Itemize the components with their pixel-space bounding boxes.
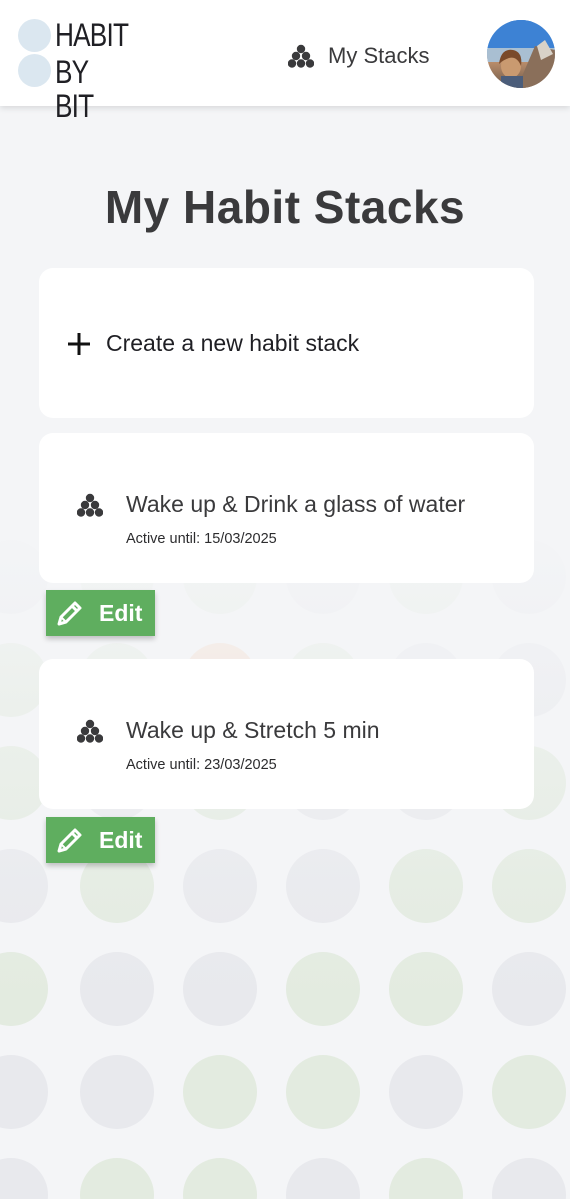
logo-text-line1: HABIT (55, 17, 129, 53)
pencil-icon (57, 828, 82, 853)
edit-button[interactable]: Edit (46, 590, 155, 636)
nav-my-stacks[interactable]: My Stacks (288, 38, 429, 74)
habit-stack-card[interactable]: Wake up & Drink a glass of water Active … (39, 433, 534, 583)
edit-button-label: Edit (99, 826, 143, 853)
avatar-photo (487, 20, 555, 88)
page-title: My Habit Stacks (104, 181, 466, 233)
stack-icon (77, 493, 103, 517)
stack-active-until: Active until: 23/03/2025 (126, 757, 277, 773)
stack-icon (288, 44, 314, 68)
plus-icon (68, 333, 90, 355)
app-header: HABIT BY BIT My Stacks (0, 0, 570, 123)
habit-stack-card[interactable]: Wake up & Stretch 5 min Active until: 23… (39, 659, 534, 809)
logo-text-line2: BY BIT (55, 54, 94, 124)
pencil-icon (57, 601, 82, 626)
logo-circle-top (18, 19, 51, 52)
stack-title: Wake up & Stretch 5 min (126, 717, 380, 743)
nav-my-stacks-label: My Stacks (328, 43, 430, 68)
user-avatar[interactable] (487, 20, 555, 88)
stack-active-until: Active until: 15/03/2025 (126, 531, 277, 547)
create-stack-card[interactable]: Create a new habit stack (39, 268, 534, 418)
create-stack-label: Create a new habit stack (106, 330, 360, 356)
stack-title: Wake up & Drink a glass of water (126, 491, 466, 517)
edit-button-label: Edit (99, 599, 143, 626)
logo-circle-bottom (18, 54, 51, 87)
edit-button[interactable]: Edit (46, 817, 155, 863)
stack-icon (77, 719, 103, 743)
app-logo[interactable]: HABIT BY BIT (18, 17, 148, 123)
